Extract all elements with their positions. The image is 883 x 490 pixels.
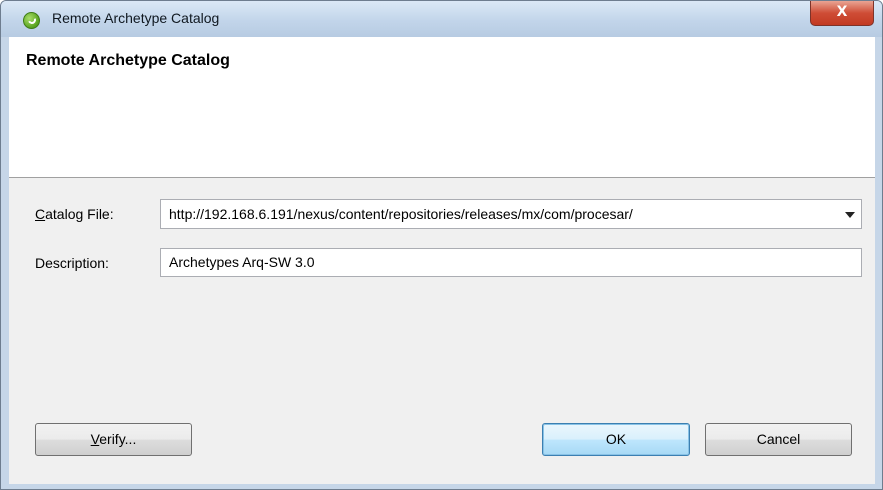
description-field[interactable]: Archetypes Arq-SW 3.0 — [160, 248, 862, 277]
dialog-window: Remote Archetype Catalog X Remote Archet… — [0, 0, 883, 490]
catalog-file-label-text: atalog File: — [45, 206, 114, 222]
ok-button[interactable]: OK — [542, 423, 690, 456]
verify-button[interactable]: Verify... — [35, 423, 192, 456]
page-title: Remote Archetype Catalog — [26, 52, 230, 69]
title-bar[interactable]: Remote Archetype Catalog X — [1, 1, 882, 37]
dropdown-arrow-icon[interactable] — [845, 212, 855, 218]
cancel-button[interactable]: Cancel — [705, 423, 852, 456]
description-label: Description: — [35, 255, 109, 271]
catalog-file-value[interactable]: http://192.168.6.191/nexus/content/repos… — [169, 206, 829, 222]
catalog-file-label: Catalog File: — [35, 206, 114, 222]
close-icon: X — [836, 4, 848, 20]
catalog-file-combo[interactable]: http://192.168.6.191/nexus/content/repos… — [160, 199, 862, 229]
window-title: Remote Archetype Catalog — [52, 10, 220, 26]
close-button[interactable]: X — [810, 1, 874, 26]
verify-button-mnemonic: V — [90, 431, 100, 447]
catalog-file-label-mnemonic: C — [35, 206, 46, 222]
verify-button-label: erify... — [99, 431, 137, 447]
spring-leaf-icon — [23, 12, 40, 29]
